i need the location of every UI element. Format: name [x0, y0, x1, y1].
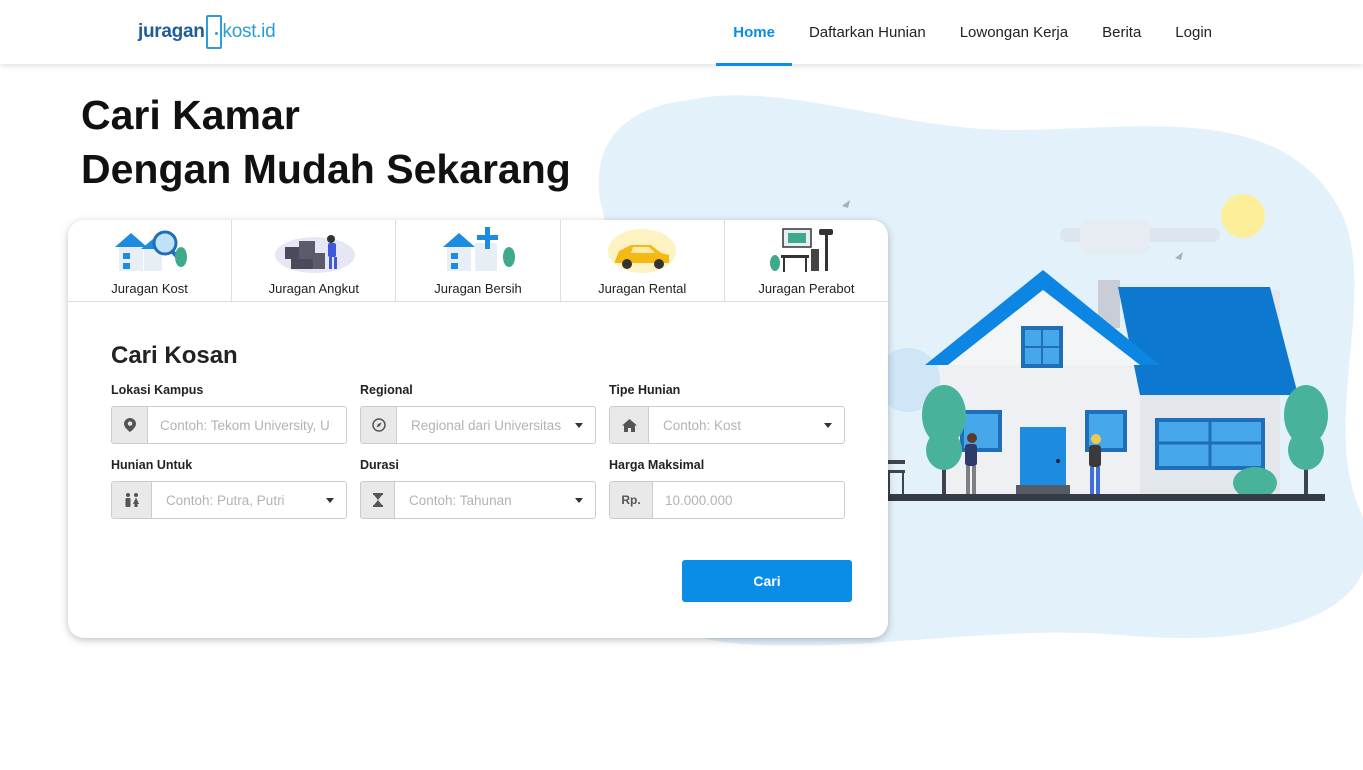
field-label: Tipe Hunian: [609, 383, 681, 397]
furniture-icon: [770, 228, 834, 272]
form-title: Cari Kosan: [111, 342, 238, 369]
nav-daftarkan-hunian[interactable]: Daftarkan Hunian: [792, 0, 943, 64]
field-label: Lokasi Kampus: [111, 383, 204, 397]
tab-label: Juragan Perabot: [758, 281, 855, 296]
caret-down-icon: [575, 422, 583, 428]
house-clean-icon: [443, 227, 515, 271]
tab-juragan-bersih[interactable]: Juragan Bersih: [396, 220, 561, 301]
regional-field: Regional Regional dari Universitas: [360, 383, 596, 444]
main-nav: Home Daftarkan Hunian Lowongan Kerja Ber…: [716, 0, 1229, 66]
nav-home[interactable]: Home: [716, 0, 792, 66]
nav-login[interactable]: Login: [1158, 0, 1229, 64]
field-label: Durasi: [360, 458, 399, 472]
durasi-select[interactable]: Contoh: Tahunan: [395, 482, 595, 518]
harga-maksimal-box: Rp.: [609, 481, 845, 519]
hourglass-icon: [361, 482, 395, 518]
search-button[interactable]: Cari: [682, 560, 852, 602]
tipe-hunian-placeholder: Contoh: Kost: [663, 417, 742, 433]
tab-juragan-perabot[interactable]: Juragan Perabot: [725, 220, 888, 301]
compass-icon: [361, 407, 397, 443]
tab-label: Juragan Bersih: [434, 281, 522, 296]
tipe-hunian-box: Contoh: Kost: [609, 406, 845, 444]
field-label: Harga Maksimal: [609, 458, 705, 472]
house-search-icon: [114, 230, 187, 271]
hero-title-line1: Cari Kamar: [81, 92, 300, 138]
tipe-hunian-field: Tipe Hunian Contoh: Kost: [609, 383, 845, 444]
tab-juragan-kost[interactable]: Juragan Kost: [68, 220, 233, 301]
lokasi-kampus-input[interactable]: [148, 407, 346, 443]
lokasi-kampus-box: [111, 406, 347, 444]
regional-select[interactable]: Regional dari Universitas: [397, 407, 595, 443]
tab-label: Juragan Rental: [598, 281, 687, 296]
people-icon: [112, 482, 152, 518]
search-card: Juragan Kost Juragan Angkut Juragan Bers…: [68, 220, 888, 638]
durasi-field: Durasi Contoh: Tahunan: [360, 458, 596, 519]
site-logo[interactable]: juragan kost.id: [138, 14, 276, 50]
moving-boxes-icon: [274, 235, 355, 273]
durasi-box: Contoh: Tahunan: [360, 481, 596, 519]
logo-text-left: juragan: [138, 21, 205, 42]
caret-down-icon: [824, 422, 832, 428]
regional-placeholder: Regional dari Universitas: [411, 417, 562, 433]
tab-juragan-rental[interactable]: Juragan Rental: [561, 220, 725, 301]
harga-maksimal-input[interactable]: [653, 482, 844, 518]
service-tabs: Juragan Kost Juragan Angkut Juragan Bers…: [68, 220, 888, 302]
caret-down-icon: [575, 497, 583, 503]
car-icon: [608, 229, 677, 273]
hero-title: Cari Kamar Dengan Mudah Sekarang: [81, 88, 571, 196]
caret-down-icon: [326, 497, 334, 503]
tab-label: Juragan Angkut: [268, 281, 359, 296]
tipe-hunian-select[interactable]: Contoh: Kost: [649, 407, 844, 443]
logo-text-right: kost.id: [222, 21, 276, 42]
field-label: Regional: [360, 383, 413, 397]
harga-maksimal-field: Harga Maksimal Rp.: [609, 458, 845, 519]
regional-box: Regional dari Universitas: [360, 406, 596, 444]
hunian-untuk-placeholder: Contoh: Putra, Putri: [166, 492, 285, 508]
durasi-placeholder: Contoh: Tahunan: [409, 492, 512, 508]
door-icon: [205, 15, 222, 49]
currency-prefix-text: Rp.: [621, 493, 641, 507]
field-label: Hunian Untuk: [111, 458, 193, 472]
lokasi-kampus-field: Lokasi Kampus: [111, 383, 347, 444]
hunian-untuk-box: Contoh: Putra, Putri: [111, 481, 347, 519]
nav-berita[interactable]: Berita: [1085, 0, 1158, 64]
hunian-untuk-select[interactable]: Contoh: Putra, Putri: [152, 482, 346, 518]
page: juragan kost.id Home Daftarkan Hunian Lo…: [0, 0, 1363, 770]
tab-label: Juragan Kost: [111, 281, 188, 296]
map-pin-icon: [112, 407, 148, 443]
hunian-untuk-field: Hunian Untuk Contoh: Putra, Putri: [111, 458, 347, 519]
tab-juragan-angkut[interactable]: Juragan Angkut: [232, 220, 397, 301]
hero-title-line2: Dengan Mudah Sekarang: [81, 146, 571, 192]
top-navbar: juragan kost.id Home Daftarkan Hunian Lo…: [0, 0, 1363, 66]
currency-prefix: Rp.: [610, 482, 653, 518]
home-icon: [610, 407, 649, 443]
nav-lowongan-kerja[interactable]: Lowongan Kerja: [943, 0, 1085, 64]
